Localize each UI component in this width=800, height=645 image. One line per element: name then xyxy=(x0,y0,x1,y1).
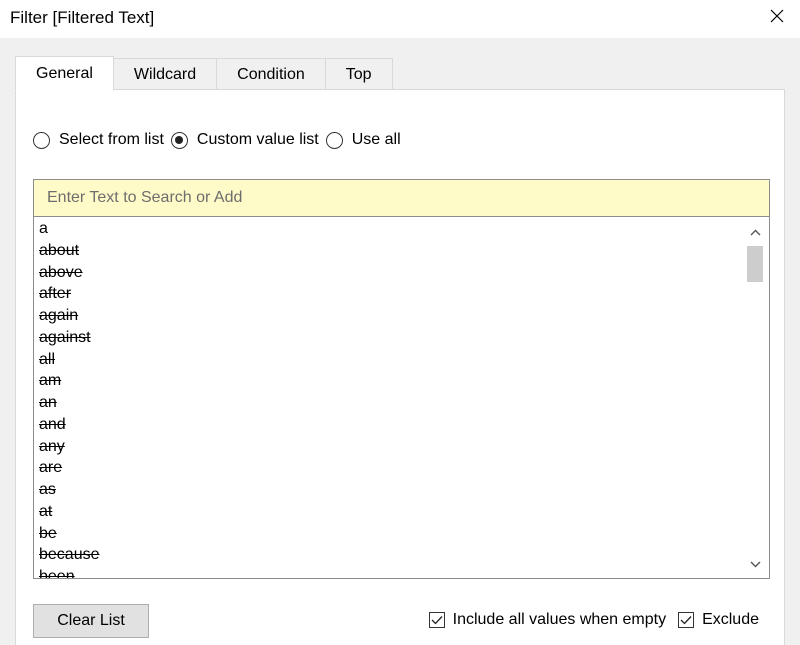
radio-label: Select from list xyxy=(59,131,164,148)
include-all-values-option[interactable]: Include all values when empty xyxy=(428,611,667,629)
radio-label: Custom value list xyxy=(196,131,319,148)
radio-use-all[interactable]: Use all xyxy=(325,131,401,149)
tab-general[interactable]: General xyxy=(15,56,114,91)
radio-label: Use all xyxy=(351,131,401,148)
vertical-scrollbar[interactable] xyxy=(742,218,769,578)
tab-top[interactable]: Top xyxy=(325,58,393,91)
close-icon xyxy=(770,9,784,23)
checkbox[interactable] xyxy=(428,612,445,628)
list-item[interactable]: again xyxy=(34,305,742,327)
tab-wildcard[interactable]: Wildcard xyxy=(113,58,218,91)
checkbox[interactable] xyxy=(678,612,695,628)
radio-button[interactable] xyxy=(170,131,188,149)
clear-list-button[interactable]: Clear List xyxy=(33,604,149,638)
radio-custom-value-list[interactable]: Custom value list xyxy=(170,131,319,149)
radio-select-from-list[interactable]: Select from list xyxy=(33,131,164,149)
list-item[interactable]: and xyxy=(34,414,742,436)
list-item[interactable]: all xyxy=(34,349,742,371)
chevron-down-icon xyxy=(750,561,761,567)
checkmark-icon xyxy=(680,616,692,625)
custom-value-list: aaboutaboveafteragainagainstallamanandan… xyxy=(33,179,770,579)
list-item[interactable]: an xyxy=(34,392,742,414)
exclude-option[interactable]: Exclude xyxy=(678,611,759,629)
list-item[interactable]: after xyxy=(34,283,742,305)
radio-button[interactable] xyxy=(33,131,50,149)
list-item[interactable]: as xyxy=(34,479,742,501)
list-item[interactable]: a xyxy=(34,218,742,240)
search-input[interactable] xyxy=(34,180,769,217)
options-checkboxes: Include all values when empty Exclude xyxy=(417,611,759,629)
scroll-down-button[interactable] xyxy=(742,552,769,576)
tab-bar: General Wildcard Condition Top xyxy=(15,56,393,91)
list-item[interactable]: above xyxy=(34,262,742,284)
chevron-up-icon xyxy=(750,229,761,235)
value-list[interactable]: a about above after again against all am an and an… xyxy=(34,218,742,578)
list-item[interactable]: because xyxy=(34,544,742,566)
general-tab-panel: Select from list Custom value list Use a… xyxy=(15,89,785,645)
filter-dialog: Filter [Filtered Text] General Wildcard … xyxy=(0,0,800,645)
list-item[interactable]: at xyxy=(34,501,742,523)
list-item[interactable]: against xyxy=(34,327,742,349)
checkbox-label: Exclude xyxy=(702,611,759,628)
scroll-thumb[interactable] xyxy=(747,246,763,282)
dialog-title: Filter [Filtered Text] xyxy=(10,8,155,27)
list-item[interactable]: been xyxy=(34,566,742,578)
list-item[interactable]: about xyxy=(34,240,742,262)
close-button[interactable] xyxy=(754,0,800,32)
list-item[interactable]: are xyxy=(34,457,742,479)
checkmark-icon xyxy=(431,616,443,625)
list-item[interactable]: be xyxy=(34,523,742,545)
tab-condition[interactable]: Condition xyxy=(217,58,326,91)
list-item[interactable]: any xyxy=(34,436,742,458)
title-bar: Filter [Filtered Text] xyxy=(0,0,800,38)
scroll-up-button[interactable] xyxy=(742,220,769,244)
mode-radio-group: Select from list Custom value list Use a… xyxy=(33,131,408,149)
list-item[interactable]: am xyxy=(34,370,742,392)
checkbox-label: Include all values when empty xyxy=(452,611,667,628)
radio-button[interactable] xyxy=(325,131,343,149)
